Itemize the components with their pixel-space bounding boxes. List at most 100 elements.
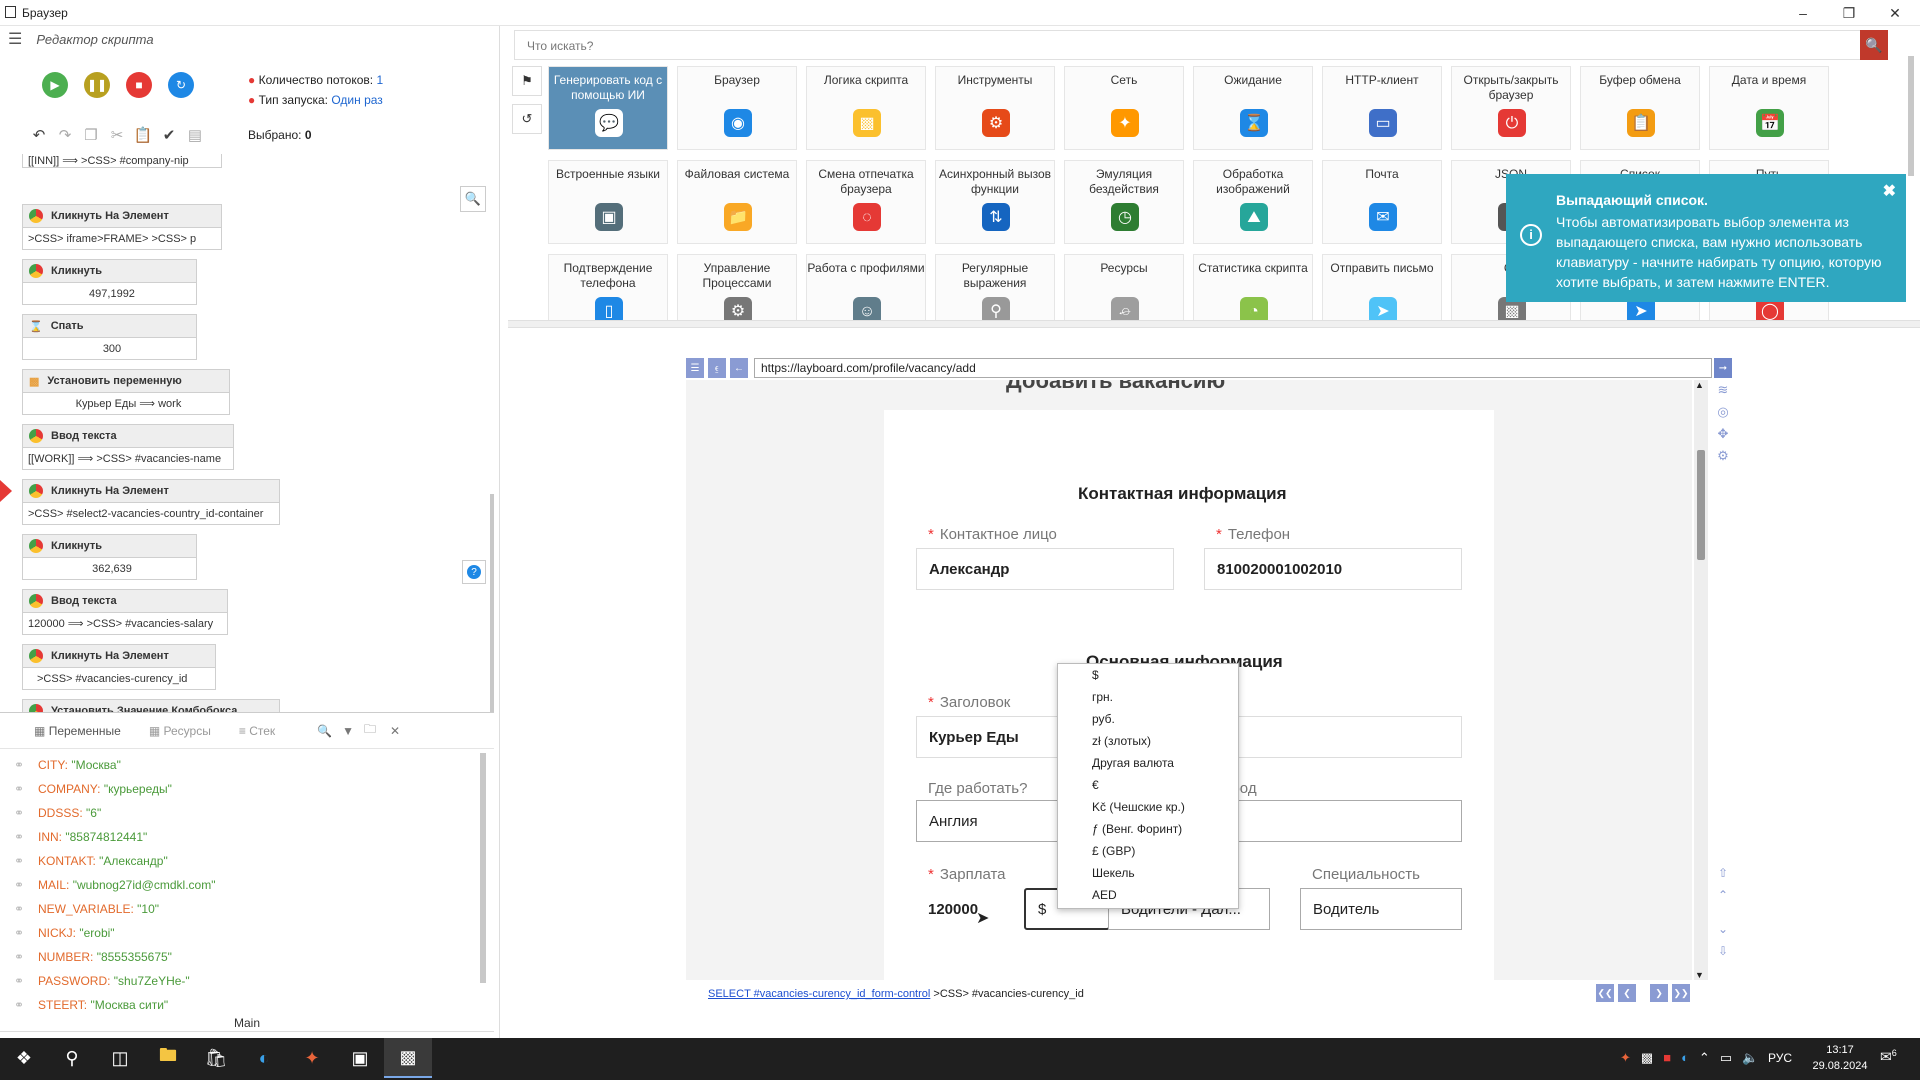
thread-tab[interactable]: Main [0,1010,494,1036]
action-tile[interactable]: Отправить письмо ➤ [1322,254,1442,320]
action-tile[interactable]: Ресурсы ⌮ [1064,254,1184,320]
node-partial[interactable]: [[INN]] ⟹ >CSS> #company-nip [22,154,222,168]
node-type-text-2[interactable]: Ввод текста 120000 ⟹ >CSS> #vacancies-sa… [22,589,228,635]
vars-scrollbar[interactable] [480,753,486,983]
next-icon[interactable]: ❯ [1650,984,1668,1002]
folder-icon[interactable]: 🗀 [364,720,376,741]
close-icon[interactable]: ✖ [1883,182,1896,202]
node-click[interactable]: Кликнуть 497,1992 [22,259,197,305]
close-icon[interactable]: ✕ [390,724,400,738]
tray-edge-icon[interactable]: ◐ [1681,1050,1689,1066]
node-sleep[interactable]: ⌛ Спать 300 [22,314,197,360]
action-tile[interactable]: Ожидание ⌛ [1193,66,1313,150]
action-tile[interactable]: Сеть ✦ [1064,66,1184,150]
canvas-scrollbar[interactable] [490,494,494,724]
action-tile[interactable]: Смена отпечатка браузера ◌ [806,160,926,244]
scroll-down-icon[interactable]: ⌄ [1714,922,1732,940]
variable-row[interactable]: ⚭ INN: "85874812441" [0,825,494,849]
action-tile[interactable]: Эмуляция бездействия ◷ [1064,160,1184,244]
tab-variables[interactable]: ▦ Переменные [34,724,121,738]
node-click-element-current[interactable]: Кликнуть На Элемент >CSS> #select2-vacan… [22,479,280,525]
network-icon[interactable]: ▭ [1720,1050,1732,1066]
search-icon[interactable]: ⚲ [48,1038,96,1078]
action-tile[interactable]: Инструменты ⚙ [935,66,1055,150]
bookmark-icon[interactable]: ⚑ [512,66,542,96]
node-set-variable[interactable]: ▩ Установить переменную Курьер Еды ⟹ work [22,369,230,415]
action-tile[interactable]: Управление Процессами ⚙ [677,254,797,320]
copy-icon[interactable]: ❐ [80,124,102,146]
page-scrollbar[interactable]: ▲ ▼ [1694,380,1708,980]
action-tile[interactable]: Генерировать код с помощью ИИ 💬 [548,66,668,150]
browser-app-icon[interactable]: ▩ [384,1038,432,1078]
clock[interactable]: 13:17 29.08.2024 [1810,1042,1870,1074]
volume-icon[interactable]: 🔈 [1742,1050,1758,1066]
file-explorer-icon[interactable]: 🖿 [144,1038,192,1078]
currency-option[interactable]: $ [1058,664,1238,686]
node-click-2[interactable]: Кликнуть 362,639 [22,534,197,580]
variable-row[interactable]: ⚭ NUMBER: "8555355675" [0,945,494,969]
variable-row[interactable]: ⚭ COMPANY: "курьереды" [0,777,494,801]
help-icon[interactable]: ? [462,560,486,584]
search-icon[interactable]: 🔍 [1860,30,1888,60]
edge-icon[interactable]: ◐ [240,1038,288,1078]
stop-icon[interactable]: ■ [126,72,152,98]
maximize-button[interactable]: ❐ [1826,0,1872,26]
zennoposter-icon[interactable]: ✦ [288,1038,336,1078]
currency-option[interactable]: руб. [1058,708,1238,730]
element-select-link[interactable]: SELECT #vacancies-curency_id_form-contro… [708,988,930,1000]
prev-icon[interactable]: ❮ [1618,984,1636,1002]
project-maker-icon[interactable]: ▣ [336,1038,384,1078]
tray-icon[interactable]: ▩ [1641,1050,1653,1066]
tray-red-icon[interactable]: ■ [1663,1050,1671,1066]
currency-option[interactable]: Шекель [1058,862,1238,884]
currency-dropdown[interactable]: $ грн. руб. zł (злотых) Другая валюта € Kč (Че… [1057,663,1239,909]
cut-icon[interactable]: ✂ [106,124,128,146]
restart-icon[interactable]: ↻ [168,72,194,98]
action-search-input[interactable]: Что искать? [514,30,1886,60]
breakpoint-marker[interactable] [0,480,12,502]
splitter[interactable] [508,320,1920,328]
contact-input[interactable]: Александр [916,548,1174,590]
settings-icon[interactable]: ⚙ [1714,448,1732,466]
windows-start-icon[interactable]: ❖ [0,1038,48,1078]
salary-input[interactable]: 120000 [916,888,1016,930]
currency-option[interactable]: Другая валюта [1058,752,1238,774]
action-tile[interactable]: Открыть/закрыть браузер ⏻ [1451,66,1571,150]
task-view-icon[interactable]: ◫ [96,1038,144,1078]
node-click-element[interactable]: Кликнуть На Элемент >CSS> iframe>FRAME> … [22,204,222,250]
history-icon[interactable]: ↺ [512,104,542,134]
action-tile[interactable]: Асинхронный вызов функции ⇅ [935,160,1055,244]
variable-row[interactable]: ⚭ KONTAKT: "Александр" [0,849,494,873]
minimize-button[interactable]: – [1780,0,1826,26]
currency-option[interactable]: грн. [1058,686,1238,708]
variable-row[interactable]: ⚭ PASSWORD: "shu7ZeYHe-" [0,969,494,993]
action-tile[interactable]: Почта ✉ [1322,160,1442,244]
variable-row[interactable]: ⚭ DDSSS: "6" [0,801,494,825]
first-icon[interactable]: ❮❮ [1596,984,1614,1002]
currency-option[interactable]: AED [1058,884,1238,906]
action-tile[interactable]: HTTP-клиент ▭ [1322,66,1442,150]
action-tile[interactable]: Дата и время 📅 [1709,66,1829,150]
notifications-icon[interactable]: ✉6 [1880,1048,1897,1066]
last-icon[interactable]: ❯❯ [1672,984,1690,1002]
go-icon[interactable]: ➞ [1714,358,1732,378]
redo-icon[interactable]: ↷ [54,124,76,146]
launch-value[interactable]: Один раз [331,93,382,107]
paste-icon[interactable]: 📋 [132,124,154,146]
filter-icon[interactable]: ▼ [342,724,354,738]
node-canvas[interactable]: [[INN]] ⟹ >CSS> #company-nip Кликнуть На… [0,154,494,730]
pause-icon[interactable]: ❚❚ [84,72,110,98]
fullscreen-icon[interactable]: ✥ [1714,426,1732,444]
currency-option[interactable]: Kč (Чешские кр.) [1058,796,1238,818]
search-icon[interactable]: 🔍 [317,724,332,738]
scroll-down-icon[interactable]: ▼ [1695,970,1704,980]
play-icon[interactable]: ▶ [42,72,68,98]
action-tile[interactable]: Статистика скрипта ◔ [1193,254,1313,320]
scroll-up-icon[interactable]: ⌃ [1714,888,1732,906]
undo-icon[interactable]: ↶ [28,124,50,146]
variable-row[interactable]: ⚭ MAIL: "wubnog27id@cmdkl.com" [0,873,494,897]
step-icon[interactable]: ⍷ [708,358,726,378]
tray-app-icon[interactable]: ✦ [1620,1050,1631,1066]
wifi-icon[interactable]: ≋ [1714,382,1732,400]
node-type-text[interactable]: Ввод текста [[WORK]] ⟹ >CSS> #vacancies-… [22,424,234,470]
